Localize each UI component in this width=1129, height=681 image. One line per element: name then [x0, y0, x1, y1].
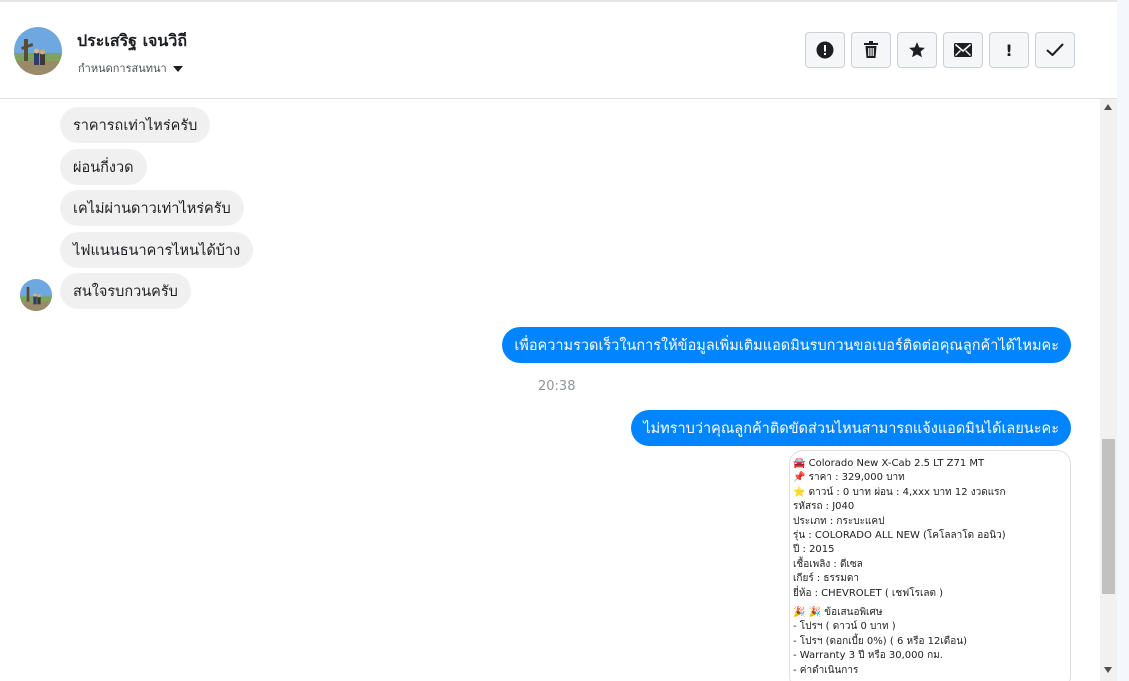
- message-outgoing[interactable]: ไม่ทราบว่าคุณลูกค้าติดขัดส่วนไหนสามารถแจ…: [631, 410, 1071, 446]
- message-outgoing[interactable]: เพื่อความรวดเร็วในการให้ข้อมูลเพิ่มเติมแ…: [502, 327, 1071, 363]
- delete-button[interactable]: [851, 32, 891, 68]
- card-offer-item: - ค่าดำเนินการ: [793, 664, 859, 676]
- star-icon: [909, 42, 925, 58]
- card-title: 🚘 Colorado New X-Cab 2.5 LT Z71 MT: [793, 458, 985, 469]
- alert-circle-icon: [816, 41, 834, 59]
- trash-icon: [864, 41, 878, 58]
- card-offer-item: - โปรฯ ( ดาวน์ 0 บาท ): [793, 621, 896, 633]
- card-offer-item: - Warranty 3 ปี หรือ 30,000 กม.: [793, 650, 943, 662]
- caret-down-icon: [172, 66, 183, 72]
- mark-important-button[interactable]: !: [989, 32, 1029, 68]
- card-car-code: รหัสรถ : J040: [793, 501, 855, 513]
- contact-name[interactable]: ประเสริฐ เจนวิถี: [77, 29, 187, 54]
- mark-done-button[interactable]: [1035, 32, 1075, 68]
- card-down-payment: ⭐ ดาวน์ : 0 บาท ผ่อน : 4,xxx บาท 12 งวดแ…: [793, 486, 1006, 498]
- contact-avatar[interactable]: [14, 27, 62, 75]
- message-incoming[interactable]: เคไม่ผ่านดาวเท่าไหร่ครับ: [60, 190, 244, 226]
- message-incoming[interactable]: สนใจรบกวนครับ: [60, 273, 191, 309]
- check-icon: [1046, 43, 1064, 56]
- sender-avatar[interactable]: [20, 279, 52, 311]
- message-incoming[interactable]: ผ่อนกี่งวด: [60, 149, 147, 185]
- exclamation-icon: !: [1005, 40, 1013, 60]
- card-offer-item: - โปรฯ (ดอกเบี้ย 0%) ( 6 หรือ 12เดือน): [793, 635, 968, 647]
- card-fuel: เชื้อเพลิง : ดีเซล: [793, 558, 863, 570]
- mark-unread-button[interactable]: [943, 32, 983, 68]
- conversation-settings-dropdown[interactable]: กำหนดการสนทนา: [78, 59, 183, 77]
- message-incoming[interactable]: ไฟแนนธนาคารไหนได้บ้าง: [60, 232, 254, 268]
- card-price: 📌 ราคา : 329,000 บาท: [793, 472, 905, 484]
- star-button[interactable]: [897, 32, 937, 68]
- right-edge: [1117, 0, 1129, 681]
- mark-spam-button[interactable]: [805, 32, 845, 68]
- card-special-offer: 🎉 🎉 ข้อเสนอพิเศษ: [793, 607, 883, 619]
- scroll-down-icon[interactable]: [1104, 667, 1112, 673]
- message-thread[interactable]: ราคารถเท่าไหร่ครับ ผ่อนกี่งวด เคไม่ผ่านด…: [0, 99, 1100, 681]
- message-incoming[interactable]: ราคารถเท่าไหร่ครับ: [60, 107, 211, 143]
- envelope-icon: [954, 43, 972, 57]
- card-year: ปี : 2015: [793, 544, 835, 556]
- conversation-settings-label: กำหนดการสนทนา: [78, 62, 167, 75]
- card-car-type: ประเภท : กระบะแคป: [793, 515, 885, 527]
- conversation-toolbar: !: [805, 32, 1075, 68]
- thread-scrollbar[interactable]: [1100, 99, 1117, 681]
- scroll-up-icon[interactable]: [1104, 104, 1112, 110]
- card-gear: เกียร์ : ธรรมดา: [793, 573, 859, 585]
- scrollbar-thumb[interactable]: [1102, 439, 1115, 594]
- card-model: รุ่น : COLORADO ALL NEW (โคโลลาโด ออนิว): [793, 530, 1006, 542]
- conversation-header: ประเสริฐ เจนวิถี กำหนดการสนทนา !: [0, 2, 1117, 99]
- card-brand: ยี่ห้อ : CHEVROLET ( เชฟโรเลต ): [793, 587, 944, 599]
- listing-message-card[interactable]: 🚘 Colorado New X-Cab 2.5 LT Z71 MT 📌 ราค…: [789, 450, 1071, 681]
- message-timestamp: 20:38: [538, 379, 576, 394]
